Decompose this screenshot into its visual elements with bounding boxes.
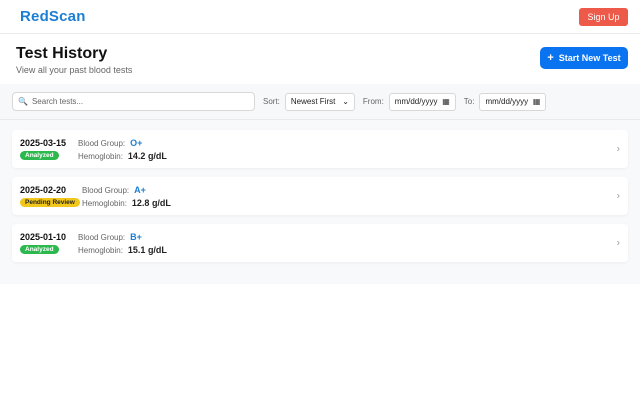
search-icon: 🔍 bbox=[18, 97, 28, 106]
status-badge: Pending Review bbox=[20, 198, 80, 207]
hemoglobin-label: Hemoglobin: bbox=[78, 245, 123, 255]
top-nav: RedScan Sign Up bbox=[0, 0, 640, 34]
page-subtitle: View all your past blood tests bbox=[16, 65, 133, 75]
start-new-test-button[interactable]: + Start New Test bbox=[540, 47, 628, 69]
test-card[interactable]: 2025-03-15 Analyzed Blood Group: O+ Hemo… bbox=[12, 130, 628, 168]
hemoglobin-label: Hemoglobin: bbox=[78, 151, 123, 161]
calendar-icon[interactable]: ▦ bbox=[442, 97, 450, 106]
page-header: Test History View all your past blood te… bbox=[0, 34, 640, 84]
brand-logo[interactable]: RedScan bbox=[20, 8, 86, 25]
chevron-right-icon[interactable]: › bbox=[617, 238, 620, 249]
chevron-right-icon[interactable]: › bbox=[617, 144, 620, 155]
chevron-down-icon: ⌄ bbox=[342, 97, 349, 106]
title-block: Test History View all your past blood te… bbox=[16, 45, 132, 75]
blood-group-value: A+ bbox=[134, 184, 146, 195]
test-list: 2025-03-15 Analyzed Blood Group: O+ Hemo… bbox=[0, 120, 640, 262]
test-card[interactable]: 2025-01-10 Analyzed Blood Group: B+ Hemo… bbox=[12, 224, 628, 262]
to-date-value: mm/dd/yyyy bbox=[485, 97, 529, 106]
sort-select[interactable]: Newest First ⌄ bbox=[284, 92, 355, 111]
test-date: 2025-02-20 bbox=[20, 185, 67, 195]
blood-group-label: Blood Group: bbox=[82, 185, 130, 195]
history-panel: 🔍 Sort: Newest First ⌄ From: mm/dd/yyyy … bbox=[0, 84, 640, 284]
search-input[interactable] bbox=[31, 97, 242, 106]
hemoglobin-value: 15.1 g/dL bbox=[127, 244, 167, 255]
status-badge: Analyzed bbox=[20, 245, 59, 254]
from-date-input[interactable]: mm/dd/yyyy ▦ bbox=[388, 92, 456, 111]
status-badge: Analyzed bbox=[20, 151, 59, 160]
hemoglobin-value: 14.2 g/dL bbox=[127, 150, 167, 161]
from-label: From: bbox=[362, 97, 384, 106]
calendar-icon[interactable]: ▦ bbox=[533, 97, 541, 106]
sort-value: Newest First bbox=[290, 97, 336, 106]
signup-button[interactable]: Sign Up bbox=[579, 7, 628, 26]
blood-group-label: Blood Group: bbox=[78, 138, 126, 148]
blood-group-value: O+ bbox=[130, 137, 143, 148]
test-date: 2025-03-15 bbox=[20, 138, 67, 148]
filter-bar: 🔍 Sort: Newest First ⌄ From: mm/dd/yyyy … bbox=[0, 84, 640, 120]
to-label: To: bbox=[463, 97, 475, 106]
blood-group-value: B+ bbox=[130, 231, 142, 242]
page-title: Test History bbox=[16, 45, 108, 62]
sort-label: Sort: bbox=[263, 97, 280, 106]
chevron-right-icon[interactable]: › bbox=[617, 191, 620, 202]
hemoglobin-value: 12.8 g/dL bbox=[131, 197, 171, 208]
blood-group-label: Blood Group: bbox=[78, 232, 126, 242]
hemoglobin-label: Hemoglobin: bbox=[82, 198, 127, 208]
from-date-value: mm/dd/yyyy bbox=[394, 97, 438, 106]
search-box[interactable]: 🔍 bbox=[12, 92, 255, 111]
plus-icon: + bbox=[547, 51, 554, 64]
to-date-input[interactable]: mm/dd/yyyy ▦ bbox=[479, 92, 547, 111]
test-card[interactable]: 2025-02-20 Pending Review Blood Group: A… bbox=[12, 177, 628, 215]
start-new-test-label: Start New Test bbox=[558, 53, 621, 63]
test-date: 2025-01-10 bbox=[20, 232, 67, 242]
